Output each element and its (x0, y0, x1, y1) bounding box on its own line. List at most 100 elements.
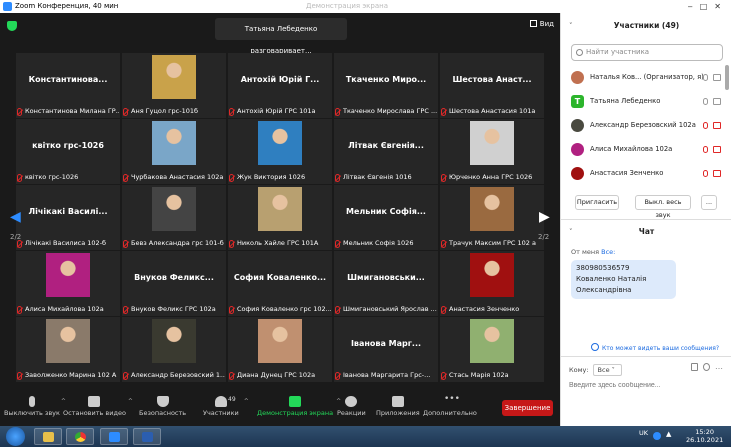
participant-tile[interactable]: Алиса Михайлова 102а (16, 251, 120, 316)
chat-tools: … (691, 363, 723, 371)
participant-label: Літвак Євгенія 1016 (335, 172, 437, 183)
participant-tile[interactable]: квітко грс-1026 квітко грс-1026 (16, 119, 120, 184)
mute-all-button[interactable]: Выкл. весь звук (635, 195, 691, 219)
participant-tile[interactable]: Мельник Софія... Мельник Софія 1026 (334, 185, 438, 250)
who-can-see-link[interactable]: Кто может видеть ваши сообщения? (591, 343, 719, 352)
participant-tile[interactable]: Бевз Александра грс 101-б (122, 185, 226, 250)
panel-divider (561, 219, 731, 220)
participant-display-name: квітко грс-1026 (32, 141, 104, 150)
share-screen-button[interactable]: Демонстрация экрана ^ (257, 396, 341, 417)
participant-search-input[interactable]: Найти участника (571, 44, 723, 61)
taskbar-chrome[interactable] (66, 428, 94, 445)
stop-video-button[interactable]: Остановить видео ^ (63, 396, 133, 417)
chat-message-input[interactable] (569, 378, 724, 392)
participant-tile[interactable]: Константинова... Константинова Милана ГР.… (16, 53, 120, 118)
participant-tile[interactable]: Ткаченко Миро... Ткаченко Мирослава ГРС .… (334, 53, 438, 118)
participant-tile[interactable]: Чурбакова Анастасия 102а (122, 119, 226, 184)
participant-tile[interactable]: Літвак Євгенія... Літвак Євгенія 1016 (334, 119, 438, 184)
participant-label: Чурбакова Анастасия 102а (123, 172, 225, 183)
participant-row[interactable]: Т Татьяна Лебеденко (571, 93, 721, 109)
video-caret-icon[interactable]: ^ (128, 398, 133, 405)
participant-status-icons (703, 121, 721, 129)
prev-page-arrow-icon[interactable]: ◀ (10, 209, 21, 225)
muted-mic-icon (335, 371, 340, 380)
participant-label: София Коваленко грс 102... (229, 304, 331, 315)
from-label: От меня (571, 248, 600, 256)
participant-label: Алиса Михайлова 102а (17, 304, 119, 315)
participant-row[interactable]: Александр Березовский 102а (571, 117, 721, 133)
keyboard-language[interactable]: UK (639, 429, 648, 437)
participant-tile[interactable]: София Коваленко... София Коваленко грс 10… (228, 251, 332, 316)
recipient-select[interactable]: Все ˅ (592, 364, 622, 376)
apps-button[interactable]: Приложения (376, 396, 420, 417)
end-meeting-button[interactable]: Завершение (502, 400, 553, 416)
next-page-arrow-icon[interactable]: ▶ (539, 209, 550, 225)
video-status-icon (713, 169, 721, 177)
participant-row[interactable]: Анастасия Зенченко (571, 165, 721, 181)
participants-more-button[interactable]: ... (701, 195, 717, 210)
mute-button[interactable]: Выключить звук ^ (4, 396, 66, 417)
participant-tile[interactable]: Шестова Анаст... Шестова Анастасия 101а (440, 53, 544, 118)
reactions-button[interactable]: Реакции (337, 396, 366, 417)
participants-scrollbar[interactable] (725, 65, 729, 90)
share-label: Демонстрация экрана (257, 409, 334, 417)
participant-label: Мельник Софія 1026 (335, 238, 437, 249)
participant-tile[interactable]: Внуков Феликс... Внуков Феликс ГРС 102а (122, 251, 226, 316)
participant-display-name: Шестова Анаст... (452, 75, 532, 84)
participant-tile[interactable]: Жук Виктория 1026 (228, 119, 332, 184)
participant-label-text: Лічікакі Василиса 102-б (25, 239, 107, 247)
network-tray-icon[interactable]: ▲ (666, 430, 671, 438)
system-clock[interactable]: 15:20 26.10.2021 (686, 428, 723, 444)
participant-tile[interactable]: Анастасия Зенченко (440, 251, 544, 316)
participant-video (46, 319, 90, 363)
participant-row[interactable]: Наталья Ков... (Организатор, я) (571, 69, 721, 85)
muted-mic-icon (123, 305, 128, 314)
folder-icon (43, 432, 54, 442)
participant-tile[interactable]: Заволженко Марина 102 А (16, 317, 120, 382)
apps-label: Приложения (376, 409, 420, 417)
help-tray-icon[interactable] (653, 432, 661, 440)
taskbar-zoom[interactable] (100, 428, 128, 445)
participant-tile[interactable]: Антохій Юрій Г... Антохій Юрій ГРС 101а (228, 53, 332, 118)
file-icon[interactable] (691, 363, 698, 371)
window-controls[interactable]: ‒□✕ (688, 0, 728, 13)
video-status-icon (713, 73, 721, 81)
participant-tile[interactable]: Лічікакі Василі... Лічікакі Василиса 102-… (16, 185, 120, 250)
participant-row[interactable]: Алиса Михайлова 102а (571, 141, 721, 157)
view-button[interactable]: Вид (529, 20, 554, 28)
taskbar-explorer[interactable] (34, 428, 62, 445)
muted-mic-icon (229, 173, 234, 182)
reactions-icon (345, 396, 358, 407)
muted-mic-icon (123, 371, 128, 380)
participant-tile[interactable]: Аня Гуцол грс-101б (122, 53, 226, 118)
invite-button[interactable]: Пригласить (575, 195, 619, 210)
participant-name: Татьяна Лебеденко (590, 97, 661, 105)
start-button-icon[interactable] (6, 427, 25, 446)
participants-button[interactable]: Участники 49 ^ (203, 396, 249, 417)
participant-tile[interactable]: Николь Хайле ГРС 101А (228, 185, 332, 250)
muted-mic-icon (17, 305, 22, 314)
participant-label: Лічікакі Василиса 102-б (17, 238, 119, 249)
more-button[interactable]: ••• Дополнительно (423, 395, 477, 418)
participant-label: Іванова Маргарита Грс-... (335, 370, 437, 381)
participant-tile[interactable]: Стась Марія 102а (440, 317, 544, 382)
participant-tile[interactable]: Шмигановськи... Шмигановський Ярослав ... (334, 251, 438, 316)
participant-tile[interactable]: Юрченко Анна ГРС 1026 (440, 119, 544, 184)
clock-time: 15:20 (695, 428, 714, 436)
participant-tile[interactable]: Трачук Максим ГРС 102 а (440, 185, 544, 250)
participant-label-text: Александр Березовский 1... (131, 371, 225, 379)
participant-tile[interactable]: Диана Дунец ГРС 102а (228, 317, 332, 382)
participant-tile[interactable]: Іванова Марг... Іванова Маргарита Грс-... (334, 317, 438, 382)
emoji-icon[interactable] (703, 363, 710, 371)
muted-mic-icon (441, 239, 446, 248)
participant-tile[interactable]: Александр Березовский 1... (122, 317, 226, 382)
muted-mic-icon (229, 239, 234, 248)
view-label: Вид (539, 20, 554, 28)
participants-caret-icon[interactable]: ^ (244, 398, 249, 405)
participant-display-name: Константинова... (28, 75, 108, 84)
participant-label-text: София Коваленко грс 102... (237, 305, 331, 313)
page-indicator-left: 2/2 (10, 233, 22, 241)
security-button[interactable]: Безопасность (139, 396, 186, 417)
taskbar-word[interactable] (133, 428, 161, 445)
chat-more-icon[interactable]: … (715, 363, 723, 371)
